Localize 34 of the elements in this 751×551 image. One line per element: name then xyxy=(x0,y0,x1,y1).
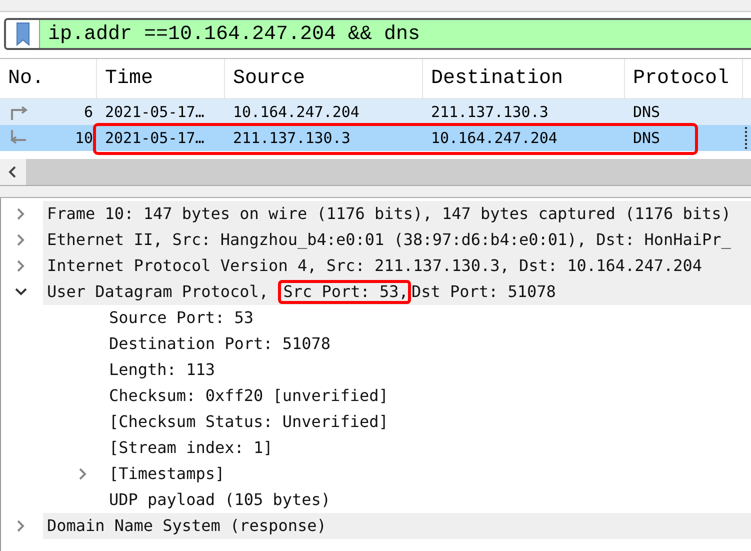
chevron-right-icon[interactable] xyxy=(78,467,88,481)
packet-number: 10 xyxy=(74,129,93,147)
tree-item[interactable]: [Timestamps] xyxy=(109,461,225,487)
column-header[interactable]: Destination xyxy=(423,59,625,98)
time-cell: 2021-05-17… xyxy=(105,129,204,147)
tree-item[interactable]: UDP payload (105 bytes) xyxy=(109,487,331,513)
tree-item[interactable]: Checksum: 0xff20 [unverified] xyxy=(109,383,388,409)
display-filter-field[interactable]: ip.addr ==10.164.247.204 && dns xyxy=(4,18,751,50)
source-cell: 10.164.247.204 xyxy=(233,103,360,121)
chevron-right-icon[interactable] xyxy=(16,233,26,247)
tree-item[interactable]: Source Port: 53 xyxy=(109,305,254,331)
tree-item[interactable]: [Checksum Status: Unverified] xyxy=(109,409,388,435)
protocol-cell: DNS xyxy=(633,129,660,147)
focus-marker xyxy=(745,127,749,149)
chevron-left-icon[interactable] xyxy=(8,166,18,178)
time-cell: 2021-05-17… xyxy=(105,103,204,121)
tree-item[interactable]: Destination Port: 51078 xyxy=(109,331,331,357)
destination-cell: 211.137.130.3 xyxy=(431,103,548,121)
column-header[interactable]: No. xyxy=(0,59,97,98)
column-header[interactable]: Time xyxy=(97,59,225,98)
tree-item[interactable]: [Stream index: 1] xyxy=(109,435,273,461)
source-cell: 211.137.130.3 xyxy=(233,129,350,147)
packet-row[interactable]: 6 2021-05-17… 10.164.247.204 211.137.130.3 DNS xyxy=(0,99,751,125)
column-header[interactable]: Source xyxy=(225,59,423,98)
packet-number: 6 xyxy=(84,103,93,121)
column-header[interactable]: Protocol xyxy=(625,59,743,98)
tree-item[interactable]: Length: 113 xyxy=(109,357,215,383)
destination-cell: 10.164.247.204 xyxy=(431,129,558,147)
bookmark-icon[interactable] xyxy=(16,22,30,46)
chevron-right-icon[interactable] xyxy=(16,207,26,221)
chevron-down-icon[interactable] xyxy=(14,287,28,297)
protocol-cell: DNS xyxy=(633,103,660,121)
chevron-right-icon[interactable] xyxy=(16,519,26,533)
chevron-right-icon[interactable] xyxy=(16,259,26,273)
